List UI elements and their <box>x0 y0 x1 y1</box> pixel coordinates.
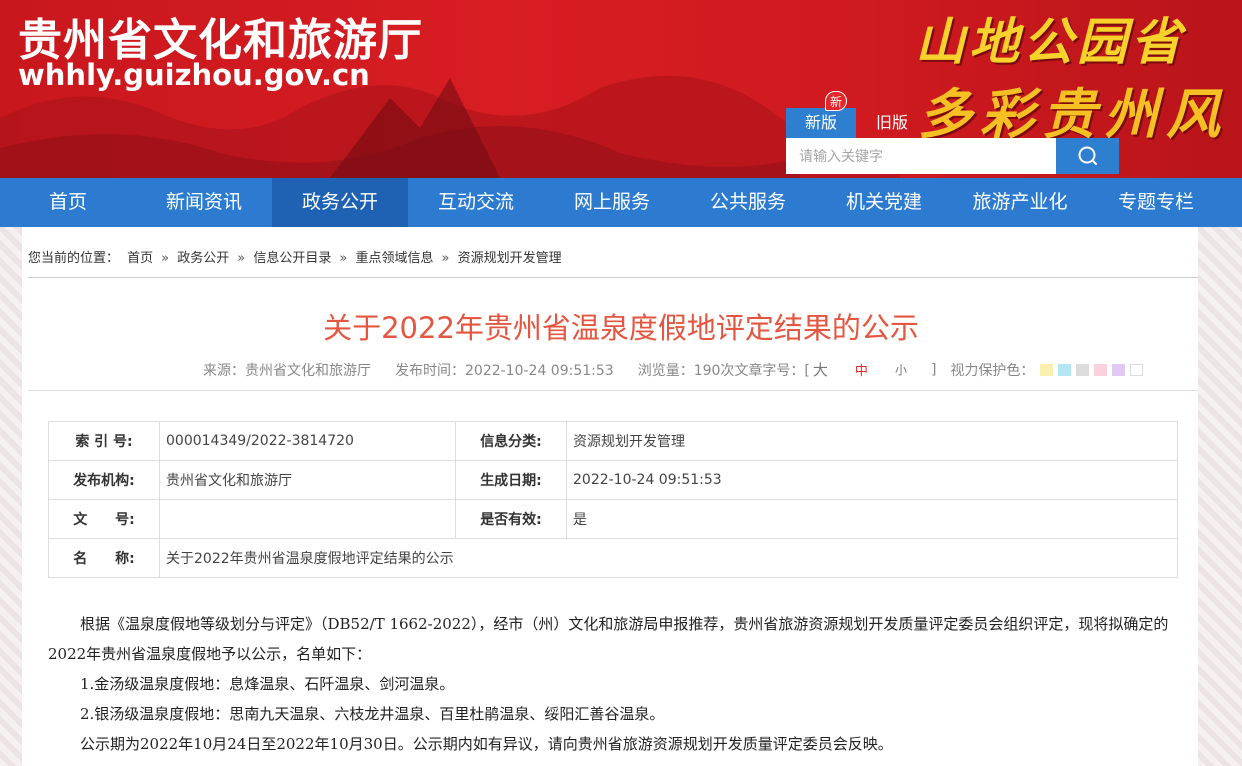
breadcrumb-item-key-areas[interactable]: 重点领域信息 <box>356 251 434 266</box>
doc-number-label: 文 号: <box>48 499 160 539</box>
valid-value: 是 <box>566 499 1178 539</box>
body-paragraph: 公示期为2022年10月24日至2022年10月30日。公示期内如有异议，请向贵… <box>80 735 893 753</box>
content-area: 您当前的位置： 首页 » 政务公开 » 信息公开目录 » 重点领域信息 » 资源规划开发… <box>0 227 1242 766</box>
eye-protect-color-swatch[interactable] <box>1094 363 1108 376</box>
site-header: 贵州省文化和旅游厅 whhly.guizhou.gov.cn 山地公园省 多彩贵… <box>0 0 1242 178</box>
search-input[interactable] <box>786 138 1056 174</box>
body-paragraph: 根据《温泉度假地等级划分与评定》（DB52/T 1662-2022），经市（州）… <box>48 615 1169 663</box>
eye-protect-color-swatch[interactable] <box>1040 363 1054 376</box>
font-size-medium-button[interactable]: 中 <box>855 360 868 379</box>
body-list-item: 1.金汤级温泉度假地：息烽温泉、石阡温泉、剑河温泉。 <box>80 675 455 693</box>
eye-protect-label: 视力保护色： <box>950 362 1035 379</box>
search-button[interactable] <box>1056 138 1119 174</box>
nav-item-party-building[interactable]: 机关党建 <box>816 178 952 227</box>
index-number-value: 000014349/2022-3814720 <box>159 421 456 461</box>
info-table: 索 引 号: 000014349/2022-3814720 信息分类: 资源规划… <box>48 421 1178 578</box>
slogan-line1: 山地公园省 <box>915 12 1185 71</box>
eye-protect-color-swatch[interactable] <box>1076 363 1090 376</box>
article-meta: 来源：贵州省文化和旅游厅 发布时间：2022-10-24 09:51:53 浏览… <box>203 359 1148 380</box>
nav-item-online-service[interactable]: 网上服务 <box>544 178 680 227</box>
nav-item-special-column[interactable]: 专题专栏 <box>1088 178 1224 227</box>
breadcrumb-item-info-catalog[interactable]: 信息公开目录 <box>253 251 331 266</box>
divider <box>28 277 1198 278</box>
nav-item-home[interactable]: 首页 <box>0 178 136 227</box>
doc-number-value <box>159 499 456 539</box>
valid-label: 是否有效: <box>455 499 567 539</box>
breadcrumb-separator: » <box>161 251 170 266</box>
main-nav: 首页 新闻资讯 政务公开 互动交流 网上服务 公共服务 机关党建 旅游产业化 专… <box>0 178 1242 227</box>
font-size-large-button[interactable]: 大 <box>813 359 828 380</box>
font-size-close-bracket: ] <box>930 361 937 378</box>
name-value: 关于2022年贵州省温泉度假地评定结果的公示 <box>159 538 1178 578</box>
article-body: 根据《温泉度假地等级划分与评定》（DB52/T 1662-2022），经市（州）… <box>48 609 1178 759</box>
body-list-item: 2.银汤级温泉度假地：思南九天温泉、六枝龙井温泉、百里杜鹃温泉、绥阳汇善谷温泉。 <box>80 705 665 723</box>
table-row: 发布机构: 贵州省文化和旅游厅 生成日期: 2022-10-24 09:51:5… <box>48 460 1178 500</box>
breadcrumb-separator: » <box>237 251 246 266</box>
eye-protect-color-swatch[interactable] <box>1058 363 1072 376</box>
nav-item-public-service[interactable]: 公共服务 <box>680 178 816 227</box>
generated-date-label: 生成日期: <box>455 460 567 500</box>
nav-item-interaction[interactable]: 互动交流 <box>408 178 544 227</box>
eye-protect-swatches <box>1040 362 1148 378</box>
breadcrumb-item-resource-planning[interactable]: 资源规划开发管理 <box>458 251 562 266</box>
eye-protect-color-swatch[interactable] <box>1112 363 1126 376</box>
article-views: 浏览量：190次 <box>637 362 735 379</box>
breadcrumb: 您当前的位置： 首页 » 政务公开 » 信息公开目录 » 重点领域信息 » 资源规划开发… <box>28 247 566 266</box>
index-number-label: 索 引 号: <box>48 421 160 461</box>
font-size-label: 文章字号：[ <box>734 362 810 379</box>
publisher-value: 贵州省文化和旅游厅 <box>159 460 456 500</box>
nav-item-news[interactable]: 新闻资讯 <box>136 178 272 227</box>
table-row: 文 号: 是否有效: 是 <box>48 499 1178 539</box>
divider <box>28 390 1198 391</box>
category-value: 资源规划开发管理 <box>566 421 1178 461</box>
publisher-label: 发布机构: <box>48 460 160 500</box>
name-label: 名 称: <box>48 538 160 578</box>
breadcrumb-separator: » <box>339 251 348 266</box>
new-badge: 新 <box>825 91 847 111</box>
article-publish-time: 发布时间：2022-10-24 09:51:53 <box>395 362 614 379</box>
breadcrumb-separator: » <box>441 251 450 266</box>
nav-item-government-affairs[interactable]: 政务公开 <box>272 178 408 227</box>
site-url[interactable]: whhly.guizhou.gov.cn <box>18 58 370 92</box>
breadcrumb-label: 您当前的位置： <box>28 251 120 266</box>
nav-item-tourism-industry[interactable]: 旅游产业化 <box>952 178 1088 227</box>
article-source: 来源：贵州省文化和旅游厅 <box>203 362 371 379</box>
table-row: 名 称: 关于2022年贵州省温泉度假地评定结果的公示 <box>48 538 1178 578</box>
breadcrumb-item-home[interactable]: 首页 <box>127 251 153 266</box>
new-version-button[interactable]: 新版 <box>786 108 856 138</box>
breadcrumb-item-government-affairs[interactable]: 政务公开 <box>177 251 229 266</box>
old-version-button[interactable]: 旧版 <box>864 108 920 138</box>
eye-protect-color-swatch[interactable] <box>1130 363 1144 376</box>
category-label: 信息分类: <box>455 421 567 461</box>
font-size-small-button[interactable]: 小 <box>895 361 907 378</box>
search-icon <box>1078 146 1097 165</box>
table-row: 索 引 号: 000014349/2022-3814720 信息分类: 资源规划… <box>48 421 1178 461</box>
article-title: 关于2022年贵州省温泉度假地评定结果的公示 <box>323 311 919 345</box>
generated-date-value: 2022-10-24 09:51:53 <box>566 460 1178 500</box>
